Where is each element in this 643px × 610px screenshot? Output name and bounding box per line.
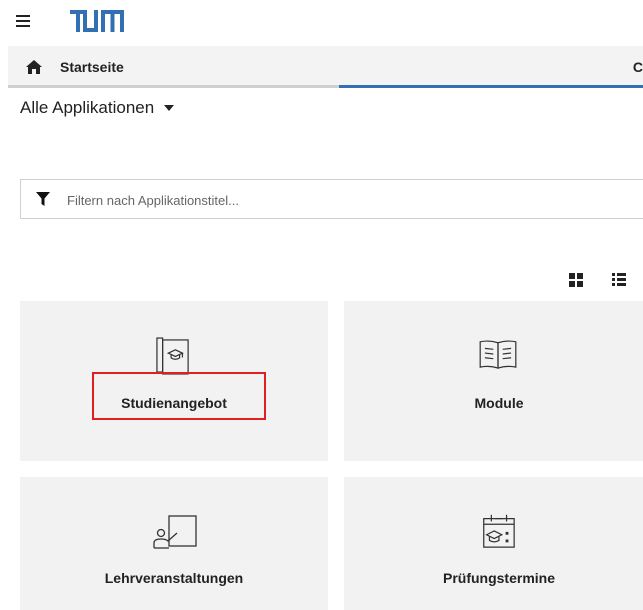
- tum-logo[interactable]: [70, 10, 124, 32]
- grid-view-icon[interactable]: [569, 273, 583, 287]
- exam-calendar-icon: [483, 514, 515, 548]
- open-book-icon: [479, 340, 517, 369]
- applications-dropdown[interactable]: Alle Applikationen: [20, 98, 175, 118]
- book-graduation-icon: [156, 337, 189, 375]
- filter-icon: [36, 192, 50, 206]
- filter-box: [20, 179, 643, 219]
- tile-label: Prüfungstermine: [442, 570, 555, 586]
- hamburger-icon[interactable]: [16, 12, 30, 28]
- caret-down-icon: [164, 105, 175, 111]
- nav-progress-active: [339, 85, 643, 88]
- tile-studienangebot[interactable]: Studienangebot: [20, 301, 328, 461]
- home-link[interactable]: Startseite: [60, 59, 124, 75]
- lecturer-board-icon: [153, 515, 197, 549]
- tile-lehrveranstaltungen[interactable]: Lehrveranstaltungen: [20, 477, 328, 610]
- list-view-icon[interactable]: [612, 273, 626, 287]
- tile-label: Module: [474, 395, 524, 411]
- navigation-bar: Startseite C: [8, 46, 643, 88]
- applications-dropdown-label: Alle Applikationen: [20, 98, 155, 117]
- top-bar: [0, 0, 643, 46]
- home-icon[interactable]: [26, 60, 42, 74]
- tile-label: Studienangebot: [121, 395, 227, 411]
- tile-module[interactable]: Module: [344, 301, 643, 461]
- tile-pruefungstermine[interactable]: Prüfungstermine: [344, 477, 643, 610]
- navbar-right-item[interactable]: C: [633, 59, 643, 75]
- tile-label: Lehrveranstaltungen: [104, 570, 244, 586]
- filter-input[interactable]: [65, 188, 629, 212]
- nav-progress-inactive: [8, 85, 339, 88]
